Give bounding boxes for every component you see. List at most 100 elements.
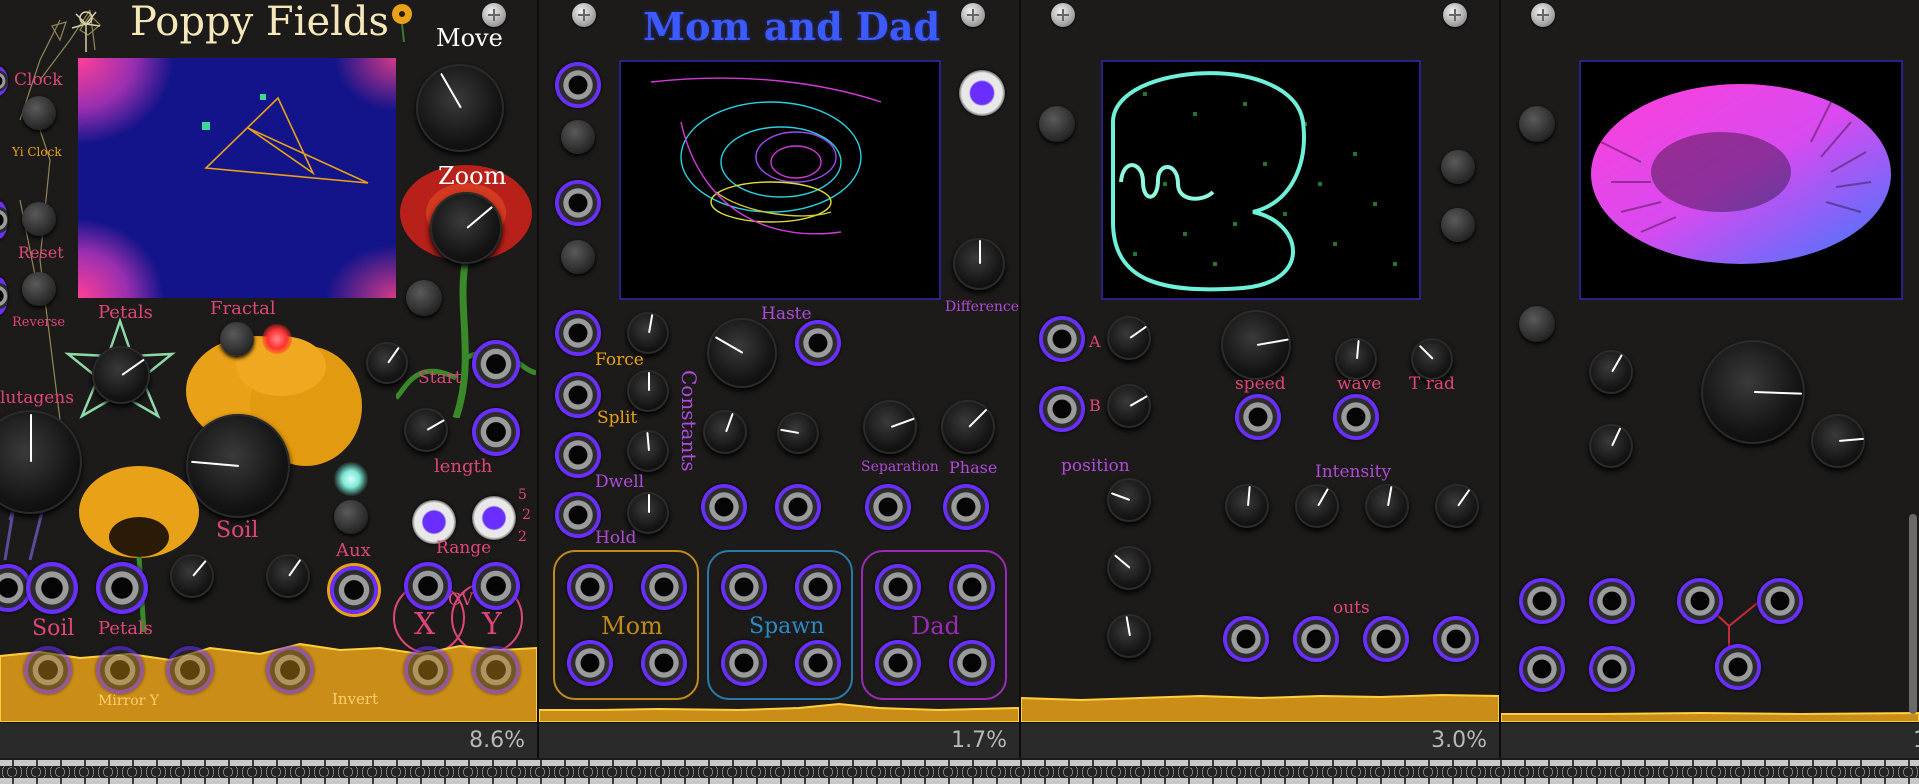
cv-y-jack[interactable] bbox=[472, 562, 520, 610]
input-a-label: A bbox=[1089, 332, 1101, 351]
reset-label: Reset bbox=[18, 243, 64, 262]
mom-dad-input-jack-1[interactable] bbox=[555, 62, 601, 108]
dwell-knob[interactable] bbox=[627, 430, 669, 472]
torus-jack-2[interactable] bbox=[1589, 578, 1635, 624]
constants-cv-jack-1[interactable] bbox=[701, 484, 747, 530]
torus-jack-4[interactable] bbox=[1757, 578, 1803, 624]
length-cv-jack[interactable] bbox=[472, 408, 520, 456]
spawn-out-jack-4[interactable] bbox=[795, 640, 841, 686]
intensity-knob-2[interactable] bbox=[1295, 484, 1339, 528]
input-a-knob[interactable] bbox=[1107, 316, 1151, 360]
separation-cv-jack[interactable] bbox=[865, 484, 911, 530]
torus-jack-3[interactable] bbox=[1677, 578, 1723, 624]
mom-dad-output-jack[interactable] bbox=[959, 70, 1005, 116]
move-knob[interactable] bbox=[416, 64, 504, 152]
length-knob[interactable] bbox=[404, 408, 448, 452]
out-jack-2[interactable] bbox=[1293, 616, 1339, 662]
spawn-out-jack-1[interactable] bbox=[721, 564, 767, 610]
split-knob[interactable] bbox=[627, 370, 669, 412]
force-label: Force bbox=[595, 350, 644, 370]
force-knob[interactable] bbox=[627, 312, 669, 354]
constants-cv-jack-2[interactable] bbox=[775, 484, 821, 530]
clock-button[interactable] bbox=[22, 96, 56, 130]
petals-knob[interactable] bbox=[92, 346, 150, 404]
start-cv-jack[interactable] bbox=[472, 340, 520, 388]
speed-cv-jack[interactable] bbox=[1235, 394, 1281, 440]
mom-dad-button-2[interactable] bbox=[561, 240, 595, 274]
soil-in-jack-b[interactable] bbox=[26, 562, 78, 614]
haste-knob[interactable] bbox=[707, 318, 777, 388]
constants-knob-2[interactable] bbox=[777, 412, 819, 454]
scope-button-left[interactable] bbox=[1039, 106, 1075, 142]
split-cv-jack[interactable] bbox=[555, 372, 601, 418]
input-b-knob[interactable] bbox=[1107, 384, 1151, 428]
bottom-jack-2[interactable] bbox=[96, 646, 144, 694]
speed-knob[interactable] bbox=[1221, 310, 1291, 380]
difference-knob[interactable] bbox=[953, 238, 1005, 290]
cpu-meter-poppy: 8.6% bbox=[0, 722, 539, 758]
bottom-jack-1[interactable] bbox=[24, 646, 72, 694]
start-mode-button[interactable] bbox=[406, 280, 442, 316]
aux-jack[interactable] bbox=[330, 566, 378, 614]
position-knob-2[interactable] bbox=[1107, 546, 1151, 590]
out-jack-1[interactable] bbox=[1223, 616, 1269, 662]
mom-dad-input-jack-2[interactable] bbox=[555, 180, 601, 226]
mom-dad-button-1[interactable] bbox=[561, 120, 595, 154]
input-b-jack[interactable] bbox=[1039, 386, 1085, 432]
mom-out-jack-3[interactable] bbox=[567, 640, 613, 686]
bottom-jack-3[interactable] bbox=[166, 646, 214, 694]
scope-button-right-1[interactable] bbox=[1441, 150, 1475, 184]
mirror-knob[interactable] bbox=[170, 554, 214, 598]
fractal-button[interactable] bbox=[220, 322, 254, 356]
bottom-jack-5[interactable] bbox=[404, 646, 452, 694]
torus-small-knob-2[interactable] bbox=[1589, 424, 1633, 468]
haste-cv-jack[interactable] bbox=[795, 320, 841, 366]
wave-cv-jack[interactable] bbox=[1333, 394, 1379, 440]
vertical-scrollbar[interactable] bbox=[1909, 514, 1917, 714]
torus-small-knob-3[interactable] bbox=[1811, 414, 1865, 468]
intensity-knob-4[interactable] bbox=[1435, 484, 1479, 528]
input-a-jack[interactable] bbox=[1039, 316, 1085, 362]
audio-level-wave bbox=[539, 702, 1019, 722]
constants-knob-1[interactable] bbox=[703, 410, 747, 454]
reset-button[interactable] bbox=[22, 202, 56, 236]
scope-button-right-2[interactable] bbox=[1441, 208, 1475, 242]
torus-jack-7[interactable] bbox=[1715, 644, 1761, 690]
phase-cv-jack[interactable] bbox=[943, 484, 989, 530]
fractal-display bbox=[78, 58, 396, 298]
dad-out-jack-4[interactable] bbox=[949, 640, 995, 686]
out-jack-4[interactable] bbox=[1433, 616, 1479, 662]
mom-out-jack-2[interactable] bbox=[641, 564, 687, 610]
intensity-knob-1[interactable] bbox=[1225, 484, 1269, 528]
invert-knob[interactable] bbox=[266, 554, 310, 598]
torus-jack-5[interactable] bbox=[1519, 646, 1565, 692]
bottom-jack-6[interactable] bbox=[472, 646, 520, 694]
zoom-knob[interactable] bbox=[430, 192, 502, 264]
out-jack-3[interactable] bbox=[1363, 616, 1409, 662]
spawn-out-jack-3[interactable] bbox=[721, 640, 767, 686]
torus-small-knob-1[interactable] bbox=[1589, 350, 1633, 394]
torus-jack-1[interactable] bbox=[1519, 578, 1565, 624]
spawn-out-jack-2[interactable] bbox=[795, 564, 841, 610]
petals-in-jack[interactable] bbox=[96, 562, 148, 614]
phase-knob[interactable] bbox=[941, 400, 995, 454]
mom-out-jack-4[interactable] bbox=[641, 640, 687, 686]
pre-start-knob[interactable] bbox=[366, 342, 408, 384]
range-toggle-right[interactable] bbox=[472, 496, 516, 540]
dad-out-jack-1[interactable] bbox=[875, 564, 921, 610]
torus-big-knob[interactable] bbox=[1701, 340, 1805, 444]
separation-knob[interactable] bbox=[863, 400, 917, 454]
bottom-jack-4[interactable] bbox=[266, 646, 314, 694]
torus-jack-6[interactable] bbox=[1589, 646, 1635, 692]
dad-out-jack-2[interactable] bbox=[949, 564, 995, 610]
position-knob-3[interactable] bbox=[1107, 614, 1151, 658]
reverse-button[interactable] bbox=[22, 272, 56, 306]
aux-button[interactable] bbox=[334, 500, 368, 534]
intensity-knob-3[interactable] bbox=[1365, 484, 1409, 528]
dad-out-jack-3[interactable] bbox=[875, 640, 921, 686]
torus-button-2[interactable] bbox=[1519, 306, 1555, 342]
cv-x-jack[interactable] bbox=[404, 562, 452, 610]
position-knob-1[interactable] bbox=[1107, 478, 1151, 522]
torus-button-1[interactable] bbox=[1519, 106, 1555, 142]
mom-out-jack-1[interactable] bbox=[567, 564, 613, 610]
